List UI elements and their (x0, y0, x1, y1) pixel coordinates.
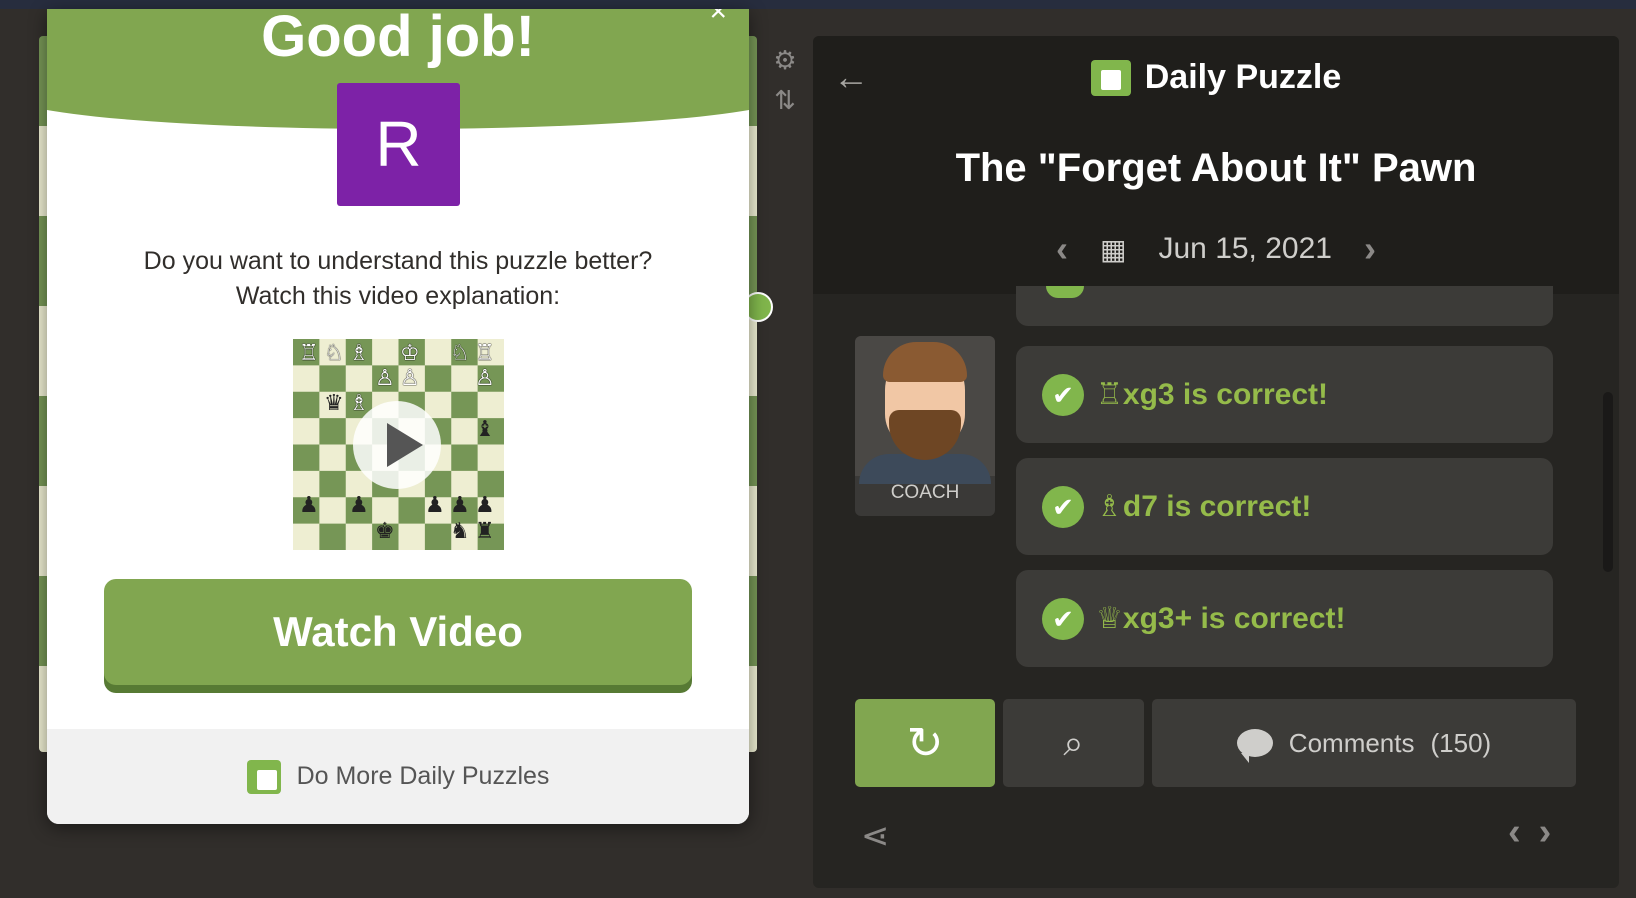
piece-icon: ♞ (450, 518, 470, 543)
analysis-button[interactable]: ⌕ (1003, 699, 1144, 787)
feedback-message: ✔ ♖xg3 is correct! (1016, 346, 1553, 443)
piece-icon: ♟ (349, 492, 369, 517)
panel-heading: Daily Puzzle (813, 58, 1619, 97)
piece-icon: ♟ (450, 492, 470, 517)
daily-puzzle-icon (246, 759, 281, 794)
piece-icon: ♗ (349, 340, 369, 365)
check-circle-icon (1046, 286, 1084, 298)
flip-board-icon[interactable]: ⇅ (768, 80, 802, 120)
comments-button[interactable]: Comments (150) (1152, 699, 1576, 787)
chevron-left-icon[interactable]: ‹ (1508, 811, 1539, 853)
watch-video-button[interactable]: Watch Video (104, 579, 692, 685)
retry-button[interactable]: ↻ (855, 699, 995, 787)
top-bar (0, 0, 1636, 9)
comments-label: Comments (1288, 727, 1415, 758)
avatar: R (337, 83, 460, 206)
feedback-text: ♕xg3+ is correct! (1096, 602, 1346, 635)
piece-icon: ♘ (324, 340, 344, 365)
feedback-text: ♗d7 is correct! (1096, 490, 1312, 523)
panel-heading-label: Daily Puzzle (1144, 58, 1342, 96)
piece-icon: ♙ (375, 365, 395, 390)
daily-puzzle-icon (1090, 59, 1131, 96)
piece-icon: ♖ (299, 340, 319, 365)
piece-icon: ♛ (324, 390, 344, 415)
check-circle-icon: ✔ (1042, 485, 1084, 528)
previous-message (1016, 286, 1553, 326)
gear-icon[interactable]: ⚙ (768, 40, 802, 80)
move-navigation: ‹› (1508, 811, 1569, 854)
prompt-line-2: Watch this video explanation: (235, 282, 561, 310)
do-more-puzzles-link[interactable]: Do More Daily Puzzles (297, 762, 550, 791)
comment-icon (1236, 729, 1273, 763)
piece-icon: ♜ (475, 518, 495, 543)
check-circle-icon: ✔ (1042, 597, 1084, 640)
modal-title: Good job! (261, 9, 535, 69)
feedback-message: ✔ ♕xg3+ is correct! (1016, 570, 1553, 667)
modal-footer[interactable]: Do More Daily Puzzles (47, 729, 749, 824)
piece-icon: ♖ (475, 340, 495, 365)
date-selector: ‹ ▦ Jun 15, 2021 › (813, 228, 1619, 270)
puzzle-complete-modal: Good job! × R Do you want to understand … (47, 9, 749, 824)
share-icon[interactable]: ⋖ (861, 816, 890, 856)
prompt-line-1: Do you want to understand this puzzle be… (143, 247, 653, 275)
feedback-message: ✔ ♗d7 is correct! (1016, 458, 1553, 555)
analysis-icon: ⌕ (1063, 721, 1084, 763)
coach-avatar: COACH (855, 336, 995, 516)
piece-icon: ♙ (475, 365, 495, 390)
video-thumbnail[interactable]: ♖ ♘ ♗ ♔ ♘ ♖ ♙ ♙ ♙ ♛ ♗ ♝ ♟ ♟ ♟ ♟ ♟ ♚ ♞ ♜ (293, 339, 504, 550)
piece-icon: ♝ (475, 416, 495, 441)
scrollbar[interactable] (1603, 392, 1613, 572)
board-controls: ⚙ ⇅ (768, 40, 802, 120)
piece-icon: ♘ (450, 340, 470, 365)
comments-count: (150) (1430, 727, 1492, 758)
chevron-right-icon[interactable]: › (1539, 811, 1570, 853)
piece-icon: ♟ (425, 492, 445, 517)
piece-icon: ♟ (475, 492, 495, 517)
puzzle-title: The "Forget About It" Pawn (955, 146, 1477, 190)
puzzle-date[interactable]: Jun 15, 2021 (1158, 232, 1331, 266)
check-circle-icon: ✔ (1042, 373, 1084, 416)
piece-icon: ♔ (400, 340, 420, 365)
chevron-left-icon[interactable]: ‹ (1056, 228, 1068, 270)
calendar-icon[interactable]: ▦ (1100, 233, 1126, 266)
retry-icon: ↻ (906, 718, 944, 768)
chevron-right-icon[interactable]: › (1364, 228, 1376, 270)
play-icon[interactable] (353, 401, 441, 489)
coach-portrait (855, 336, 995, 484)
coach-label: COACH (890, 482, 960, 503)
piece-icon: ♙ (400, 365, 420, 390)
puzzle-sidebar: ← Daily Puzzle The "Forget About It" Paw… (813, 36, 1619, 888)
feedback-text: ♖xg3 is correct! (1096, 378, 1328, 411)
explanation-prompt: Do you want to understand this puzzle be… (47, 244, 749, 314)
close-icon[interactable]: × (709, 9, 727, 29)
piece-icon: ♟ (299, 492, 319, 517)
piece-icon: ♚ (375, 518, 395, 543)
piece-icon: ♗ (349, 390, 369, 415)
